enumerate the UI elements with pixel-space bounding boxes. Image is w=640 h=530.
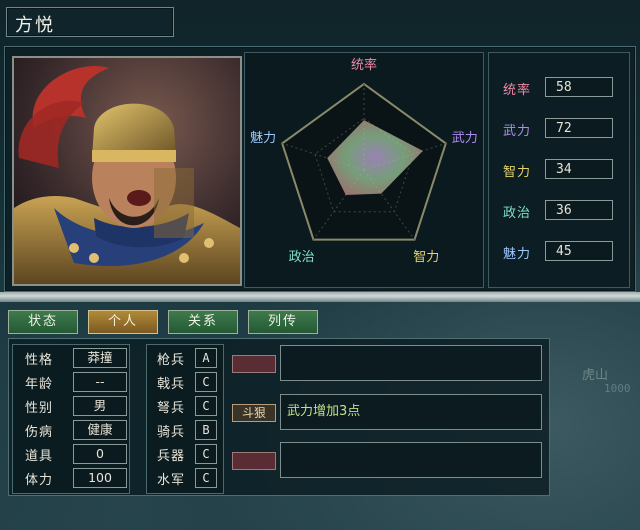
- stats-panel: 统率 58 武力 72 智力 34 政治 36 魅力 45: [488, 52, 630, 288]
- troop-grade: C: [195, 372, 217, 392]
- officer-name-box: 方悦: [6, 7, 174, 37]
- radar-label-leadership: 统率: [351, 57, 377, 73]
- divider: [0, 292, 640, 302]
- troop-row: 枪兵 A: [153, 348, 219, 368]
- radar-label-politics: 政治: [289, 250, 315, 265]
- info-row: 道具 0: [17, 444, 127, 464]
- personal-info-box: 性格 莽撞 年龄 -- 性别 男 伤病 健康 道具 0 体力 100: [12, 344, 130, 494]
- stat-label: 统率: [503, 83, 532, 98]
- skill-slot-1: [232, 345, 542, 383]
- stat-label: 政治: [503, 206, 532, 221]
- troop-row: 戟兵 C: [153, 372, 219, 392]
- tab-relations[interactable]: 关系: [168, 310, 238, 334]
- info-label: 性格: [25, 353, 54, 368]
- troop-row: 骑兵 B: [153, 420, 219, 440]
- warrior-portrait-image: [14, 58, 240, 284]
- skill-description: 武力增加3点: [280, 394, 542, 430]
- stat-row-charm: 魅力 45: [497, 241, 621, 263]
- info-value: 男: [73, 396, 127, 416]
- info-row: 伤病 健康: [17, 420, 127, 440]
- radar-label-intelligence: 智力: [413, 250, 439, 265]
- radar-label-war: 武力: [452, 131, 478, 146]
- attribute-radar-chart: 统率 武力 智力 政治 魅力: [250, 57, 478, 265]
- troop-label: 枪兵: [157, 353, 186, 368]
- officer-name: 方悦: [15, 15, 55, 36]
- skill-tag[interactable]: 斗狠: [232, 404, 276, 422]
- info-label: 道具: [25, 449, 54, 464]
- troop-label: 水军: [157, 473, 186, 488]
- map-place-number: 1000: [604, 382, 631, 395]
- troop-grade: B: [195, 420, 217, 440]
- stat-row-leadership: 统率 58: [497, 77, 621, 99]
- troop-grade: A: [195, 348, 217, 368]
- troop-row: 兵器 C: [153, 444, 219, 464]
- troop-label: 弩兵: [157, 401, 186, 416]
- stat-value: 72: [545, 118, 613, 138]
- stat-value: 36: [545, 200, 613, 220]
- stat-value: 45: [545, 241, 613, 261]
- attribute-radar-panel: 统率 武力 智力 政治 魅力: [244, 52, 484, 288]
- info-row: 年龄 --: [17, 372, 127, 392]
- stat-row-intelligence: 智力 34: [497, 159, 621, 181]
- troop-label: 兵器: [157, 449, 186, 464]
- tab-personal[interactable]: 个人: [88, 310, 158, 334]
- troop-aptitude-box: 枪兵 A 戟兵 C 弩兵 C 骑兵 B 兵器 C 水军 C: [146, 344, 224, 494]
- radar-label-charm: 魅力: [250, 131, 276, 146]
- troop-grade: C: [195, 444, 217, 464]
- skill-slot-3: [232, 442, 542, 480]
- info-value: 莽撞: [73, 348, 127, 368]
- stat-label: 智力: [503, 165, 532, 180]
- skill-description: [280, 345, 542, 381]
- officer-portrait: [12, 56, 242, 286]
- troop-grade: C: [195, 468, 217, 488]
- skill-slot-2: 斗狠 武力增加3点: [232, 394, 542, 432]
- skill-tag[interactable]: [232, 355, 276, 373]
- info-label: 性别: [25, 401, 54, 416]
- info-row: 体力 100: [17, 468, 127, 488]
- stat-value: 34: [545, 159, 613, 179]
- info-value: 0: [73, 444, 127, 464]
- stat-row-politics: 政治 36: [497, 200, 621, 222]
- tab-biography[interactable]: 列传: [248, 310, 318, 334]
- info-label: 年龄: [25, 377, 54, 392]
- troop-row: 弩兵 C: [153, 396, 219, 416]
- info-label: 伤病: [25, 425, 54, 440]
- info-value: 100: [73, 468, 127, 488]
- stat-row-war: 武力 72: [497, 118, 621, 140]
- skill-description: [280, 442, 542, 478]
- info-row: 性别 男: [17, 396, 127, 416]
- info-row: 性格 莽撞: [17, 348, 127, 368]
- troop-label: 骑兵: [157, 425, 186, 440]
- info-value: 健康: [73, 420, 127, 440]
- skill-tag[interactable]: [232, 452, 276, 470]
- stat-label: 魅力: [503, 247, 532, 262]
- stat-label: 武力: [503, 124, 532, 139]
- troop-row: 水军 C: [153, 468, 219, 488]
- tab-status[interactable]: 状态: [8, 310, 78, 334]
- info-label: 体力: [25, 473, 54, 488]
- stat-value: 58: [545, 77, 613, 97]
- troop-grade: C: [195, 396, 217, 416]
- troop-label: 戟兵: [157, 377, 186, 392]
- map-place-label: 虎山: [582, 368, 609, 383]
- info-value: --: [73, 372, 127, 392]
